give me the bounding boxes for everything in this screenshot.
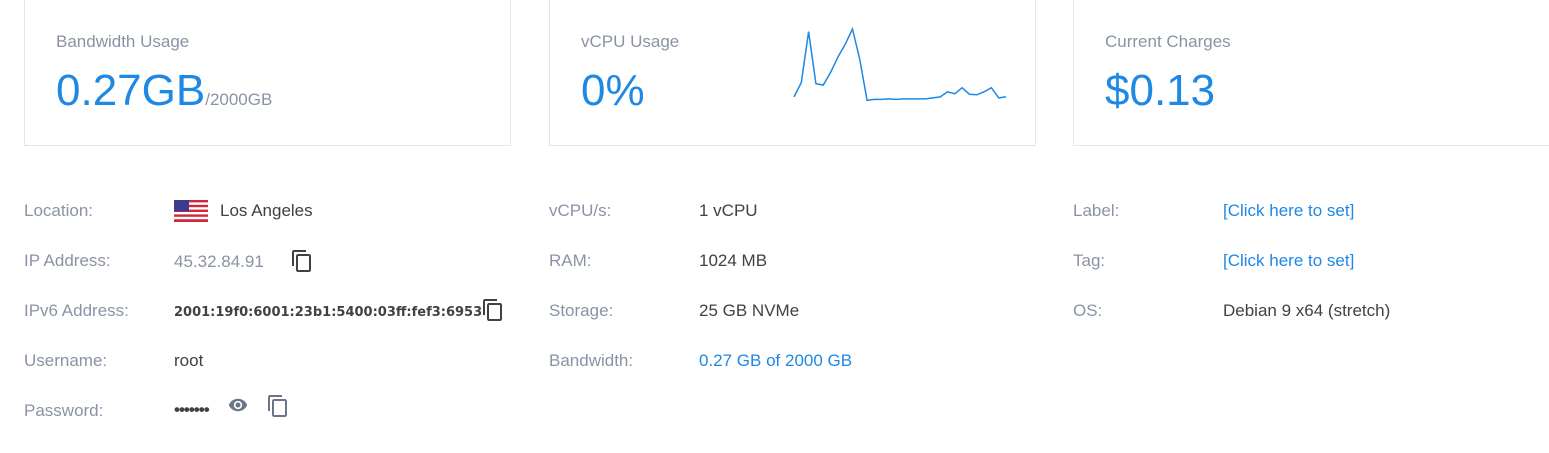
copy-password-icon[interactable]: [266, 394, 290, 418]
ip-address-label: IP Address:: [24, 251, 111, 270]
password-value: •••••••: [174, 400, 210, 419]
storage-value: 25 GB NVMe: [699, 301, 800, 320]
bandwidth-used: 0.27GB: [56, 66, 206, 115]
os-label: OS:: [1073, 301, 1103, 320]
bandwidth-label: Bandwidth:: [549, 351, 634, 370]
current-charges-title: Current Charges: [1105, 32, 1231, 51]
bandwidth-usage-value: 0.27GB/2000GB: [56, 65, 272, 126]
current-charges-card: Current Charges $0.13: [1073, 0, 1549, 146]
bandwidth-limit: /2000GB: [205, 90, 273, 109]
cpu-sparkline-line: [793, 27, 1007, 102]
tag-label: Tag:: [1073, 251, 1106, 270]
copy-ip-icon[interactable]: [290, 249, 314, 273]
bandwidth-usage-title: Bandwidth Usage: [56, 32, 190, 51]
location-label: Location:: [24, 201, 93, 220]
vcpu-usage-value: 0%: [581, 66, 645, 115]
storage-label: Storage:: [549, 301, 614, 320]
bandwidth-usage-card: Bandwidth Usage 0.27GB/2000GB: [24, 0, 511, 146]
ipv6-address-value[interactable]: 2001:19f0:6001:23b1:5400:03ff:fef3:6953: [174, 302, 482, 324]
os-value: Debian 9 x64 (stretch): [1223, 301, 1391, 320]
password-label: Password:: [24, 401, 104, 420]
cpu-sparkline-chart: [793, 27, 1007, 102]
set-label-link[interactable]: [Click here to set]: [1223, 200, 1354, 222]
vcpu-usage-card: vCPU Usage 0%: [549, 0, 1036, 146]
us-flag-icon: [174, 200, 208, 222]
vcpus-label: vCPU/s:: [549, 201, 612, 220]
set-tag-link[interactable]: [Click here to set]: [1223, 250, 1354, 272]
username-label: Username:: [24, 351, 108, 370]
ipv6-address-label: IPv6 Address:: [24, 301, 129, 320]
username-value: root: [174, 351, 204, 370]
ram-label: RAM:: [549, 251, 592, 270]
vcpus-value: 1 vCPU: [699, 201, 758, 220]
eye-icon[interactable]: [226, 395, 250, 415]
bandwidth-link[interactable]: 0.27 GB of 2000 GB: [699, 350, 852, 372]
location-value: Los Angeles: [220, 201, 313, 220]
vcpu-usage-title: vCPU Usage: [581, 32, 680, 51]
current-charges-value: $0.13: [1105, 66, 1216, 115]
ram-value: 1024 MB: [699, 251, 768, 270]
copy-ipv6-icon[interactable]: [481, 298, 505, 322]
server-label-label: Label:: [1073, 201, 1120, 220]
ip-address-value[interactable]: 45.32.84.91: [174, 251, 264, 273]
